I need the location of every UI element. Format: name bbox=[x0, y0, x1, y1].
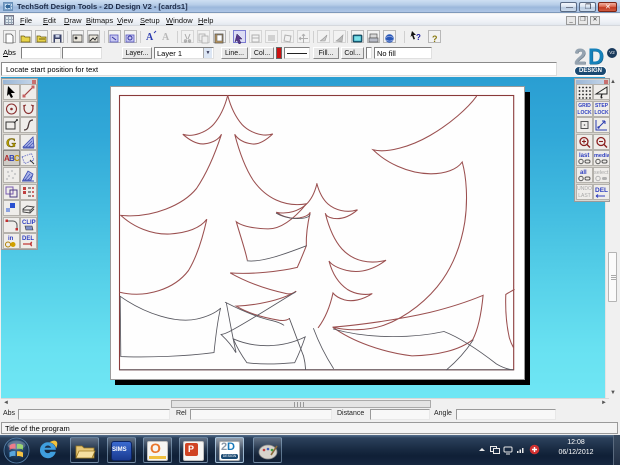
svg-text:in: in bbox=[8, 236, 14, 242]
svg-text:?: ? bbox=[416, 33, 421, 42]
svg-text:A: A bbox=[146, 32, 154, 43]
svg-text:CLIP: CLIP bbox=[22, 220, 36, 226]
svg-text:C: C bbox=[14, 154, 19, 163]
svg-text:?: ? bbox=[432, 34, 438, 44]
svg-text:select: select bbox=[594, 170, 609, 176]
svg-text:all: all bbox=[580, 170, 587, 176]
svg-text:DEL: DEL bbox=[595, 187, 608, 194]
svg-text:DEL: DEL bbox=[22, 236, 34, 242]
svg-text:last: last bbox=[579, 153, 589, 159]
svg-text:A: A bbox=[162, 32, 170, 43]
svg-text:media: media bbox=[594, 153, 609, 159]
svg-text:G: G bbox=[6, 135, 16, 149]
